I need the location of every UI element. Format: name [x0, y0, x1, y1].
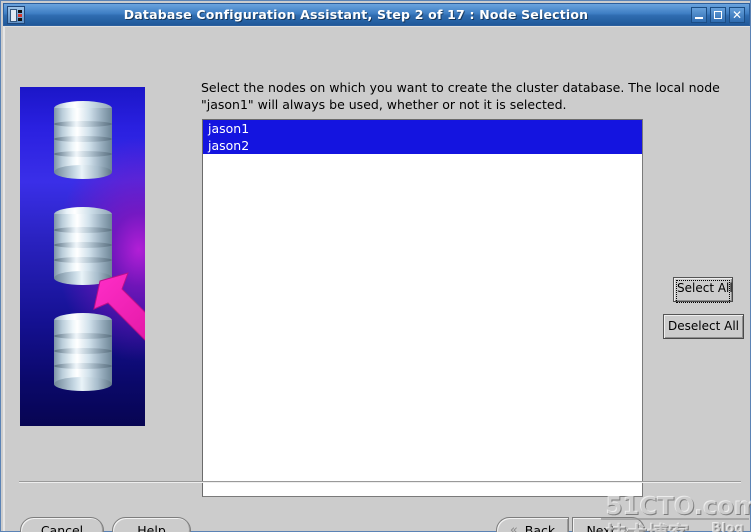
cylinder-ring-2 — [54, 136, 112, 142]
database-cylinder-top — [54, 101, 112, 179]
cancel-button[interactable]: Cancel — [20, 517, 104, 532]
deselect-all-button[interactable]: Deselect All — [663, 314, 744, 339]
footer-separator — [19, 481, 741, 483]
close-button[interactable]: ✕ — [729, 6, 745, 23]
back-label: Back — [524, 523, 556, 532]
list-item[interactable]: jason1 — [203, 120, 642, 137]
select-all-label: Select All — [676, 280, 733, 303]
cylinder-ring-2 — [54, 242, 112, 248]
window-controls: ✕ — [691, 6, 745, 23]
icon-dot-2 — [18, 13, 22, 17]
pink-arrow-icon — [93, 272, 145, 341]
minimize-icon — [695, 16, 703, 19]
instruction-text: Select the nodes on which you want to cr… — [201, 80, 720, 112]
icon-pane — [10, 8, 17, 22]
minimize-button[interactable] — [691, 6, 707, 23]
next-button[interactable]: Next » — [572, 517, 645, 532]
window-title: Database Configuration Assistant, Step 2… — [123, 7, 589, 22]
watermark-blog-text: Blog — [711, 521, 744, 532]
cylinder-ring-1 — [54, 227, 112, 233]
icon-dot-1 — [18, 9, 22, 13]
cylinder-ring-3 — [54, 363, 112, 369]
window-content: Select the nodes on which you want to cr… — [3, 26, 751, 532]
help-button[interactable]: Help — [112, 517, 191, 532]
back-button[interactable]: « Back — [496, 517, 569, 532]
cylinder-bottom-cap — [54, 165, 112, 179]
next-label: Next — [586, 523, 616, 532]
splash-graphic — [20, 87, 145, 426]
cylinder-bottom-cap — [54, 377, 112, 391]
chevron-right-icon: » — [622, 523, 631, 532]
list-item[interactable]: jason2 — [203, 137, 642, 154]
chevron-left-icon: « — [509, 523, 518, 532]
title-bar: Database Configuration Assistant, Step 2… — [3, 3, 750, 26]
application-window: Database Configuration Assistant, Step 2… — [0, 0, 751, 532]
close-icon: ✕ — [731, 7, 743, 22]
cylinder-ring-3 — [54, 257, 112, 263]
icon-dot-3 — [18, 17, 22, 21]
cylinder-ring-3 — [54, 151, 112, 157]
maximize-icon — [714, 10, 722, 19]
cylinder-ring-1 — [54, 121, 112, 127]
select-all-button[interactable]: Select All — [673, 277, 733, 303]
deselect-all-label: Deselect All — [668, 319, 739, 333]
node-list[interactable]: jason1 jason2 — [202, 119, 643, 497]
database-app-icon — [7, 5, 25, 24]
maximize-button[interactable] — [710, 6, 726, 23]
